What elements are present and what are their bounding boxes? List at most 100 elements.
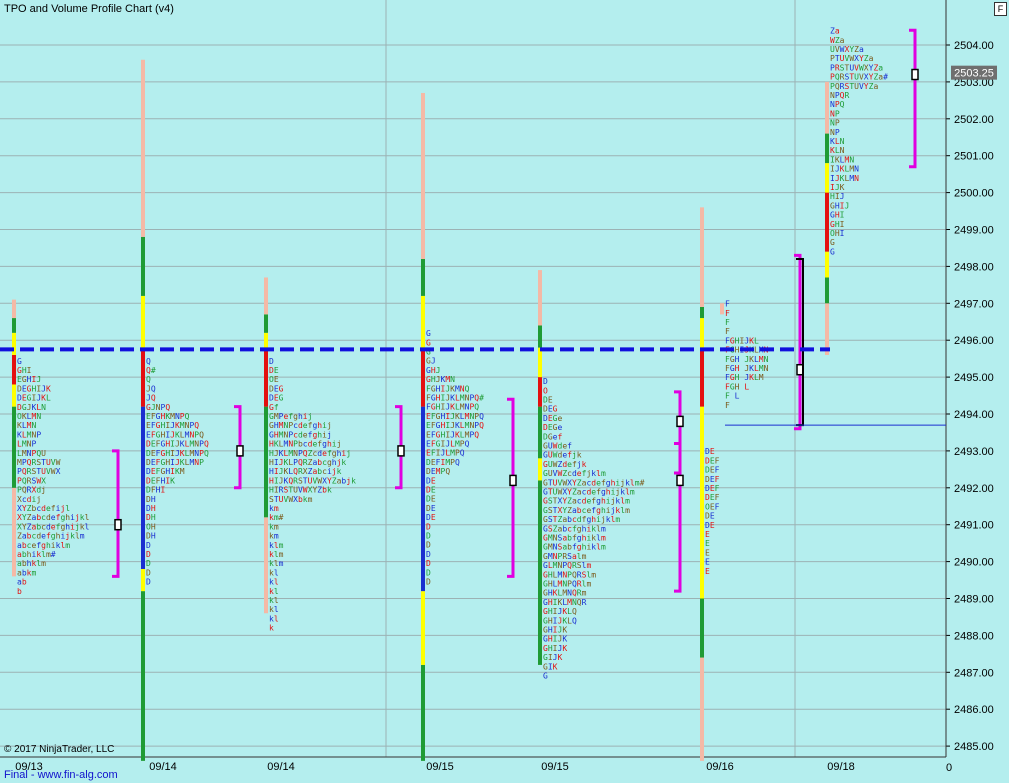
profile-bar-segment (12, 318, 16, 333)
tpo-row: D (543, 377, 548, 386)
tpo-row: KLMN (17, 421, 36, 430)
y-tick-label: 2489.00 (954, 594, 994, 606)
tpo-letter: N (41, 403, 46, 412)
tpo-letter: Q (479, 421, 484, 430)
tpo-letter: F (715, 502, 720, 511)
tpo-letter: E (431, 476, 436, 485)
tpo-letter: D (426, 568, 431, 577)
tpo-row: kl (269, 614, 279, 623)
tpo-letter: K (562, 626, 567, 635)
profile-bar-segment (264, 277, 268, 315)
tpo-letter: k (351, 476, 356, 485)
tpo-row: D (146, 550, 151, 559)
tpo-row: G (830, 238, 835, 247)
tpo-letter: K (562, 644, 567, 653)
tpo-row: abhiklm# (17, 550, 56, 559)
tpo-row: GHMNPcdefghij (269, 430, 332, 439)
profile-bar-segment (538, 325, 542, 348)
tpo-row: FGHIJKLMNPQ (426, 403, 479, 412)
tpo-row: GHIJKLQ (543, 616, 577, 625)
tpo-letter: E (710, 447, 715, 456)
tpo-letter: k (577, 451, 582, 460)
tpo-letter: m (279, 559, 284, 568)
tpo-letter: m (65, 541, 70, 550)
profile-bar-segment (825, 81, 829, 134)
tpo-letter: k (582, 460, 587, 469)
tpo-row: DEFIMPQ (426, 458, 460, 467)
tpo-row: DEF (705, 484, 720, 493)
tpo-row: DGJKLN (17, 403, 46, 412)
tpo-row: GHIJK (543, 635, 567, 644)
tpo-letter: Q (474, 403, 479, 412)
profile-bar-segment (538, 406, 542, 459)
tpo-letter: H (151, 522, 156, 531)
tpo-row: GHKLMNQRm (543, 589, 587, 598)
tpo-letter: H (151, 532, 156, 541)
tpo-letter: H (151, 513, 156, 522)
footer-link[interactable]: Final - www.fin-alg.com (4, 769, 118, 781)
tpo-row: k (269, 624, 274, 633)
tpo-row: PQRSTUVXYZa# (830, 73, 888, 82)
tpo-letter: J (431, 357, 436, 366)
tpo-row: DE (705, 447, 715, 456)
tpo-letter: E (705, 567, 710, 576)
tpo-letter: N (36, 412, 41, 421)
tpo-letter: L (754, 336, 759, 345)
tpo-letter: N (854, 174, 859, 183)
y-tick-label: 2485.00 (954, 741, 994, 753)
tpo-letter: # (479, 394, 484, 403)
tpo-row: GHMNPcdefghij (269, 421, 332, 430)
tpo-row: D (426, 550, 431, 559)
tpo-row: E (705, 530, 710, 539)
tpo-letter: m (274, 504, 279, 513)
tpo-row: D (426, 541, 431, 550)
tpo-letter: G (279, 384, 284, 393)
tpo-row: HIJKQRSTUVWXYZabjk (269, 476, 356, 485)
tpo-letter: G (553, 405, 558, 414)
tpo-row: FGHIJKMNQ (426, 384, 470, 393)
tpo-row: IKLMN (830, 155, 854, 164)
tpo-row: OH (146, 522, 156, 531)
tpo-row: FGHIJKLMNPQ# (426, 394, 484, 403)
tpo-row: FGH L (725, 382, 749, 391)
tpo-letter: b (17, 587, 22, 596)
y-tick-label: 2491.00 (954, 520, 994, 532)
tpo-row: DEG (543, 405, 558, 414)
tpo-letter: a (878, 63, 883, 72)
tpo-row: E (705, 558, 710, 567)
tpo-letter: l (274, 596, 279, 605)
profile-bar-segment (421, 664, 425, 761)
current-price-label: 2503.25 (954, 68, 994, 80)
tpo-row: FGHIJKL (725, 336, 759, 345)
tpo-letter: j (346, 449, 351, 458)
tpo-letter: D (543, 377, 548, 386)
chart-corner-button[interactable]: F (994, 2, 1007, 16)
profile-bar-segment (141, 236, 145, 296)
tpo-row: DE (426, 495, 436, 504)
tpo-letter: G (17, 357, 22, 366)
tpo-letter: m (80, 532, 85, 541)
tpo-row: kl (269, 605, 279, 614)
tpo-letter: I (160, 486, 165, 495)
tpo-letter: l (274, 614, 279, 623)
tpo-row: D (426, 578, 431, 587)
tpo-letter: I (27, 366, 32, 375)
tpo-letter: L (744, 382, 749, 391)
tpo-letter: N (840, 146, 845, 155)
tpo-row: Gf (269, 403, 279, 412)
tpo-row: EFGHKMNPQ (146, 412, 190, 421)
tpo-row: EFGIJLMPQ (426, 440, 470, 449)
tpo-letter: l (274, 568, 279, 577)
profile-bar-segment (12, 384, 16, 407)
profile-bar-segment (421, 347, 425, 407)
x-tick-label: 09/14 (149, 761, 177, 773)
tpo-row: GHI (17, 366, 32, 375)
tpo-row: GHLMNPQRlm (543, 580, 591, 589)
tpo-letter: I (840, 229, 845, 238)
tpo-letter: G (830, 238, 835, 247)
tpo-row: abcefghiklm (17, 541, 70, 550)
tpo-row: IJKLMN (830, 174, 859, 183)
y-tick-label: 2490.00 (954, 557, 994, 569)
tpo-row: Zabcdefghijklm (17, 532, 85, 541)
tpo-letter: F (725, 327, 730, 336)
